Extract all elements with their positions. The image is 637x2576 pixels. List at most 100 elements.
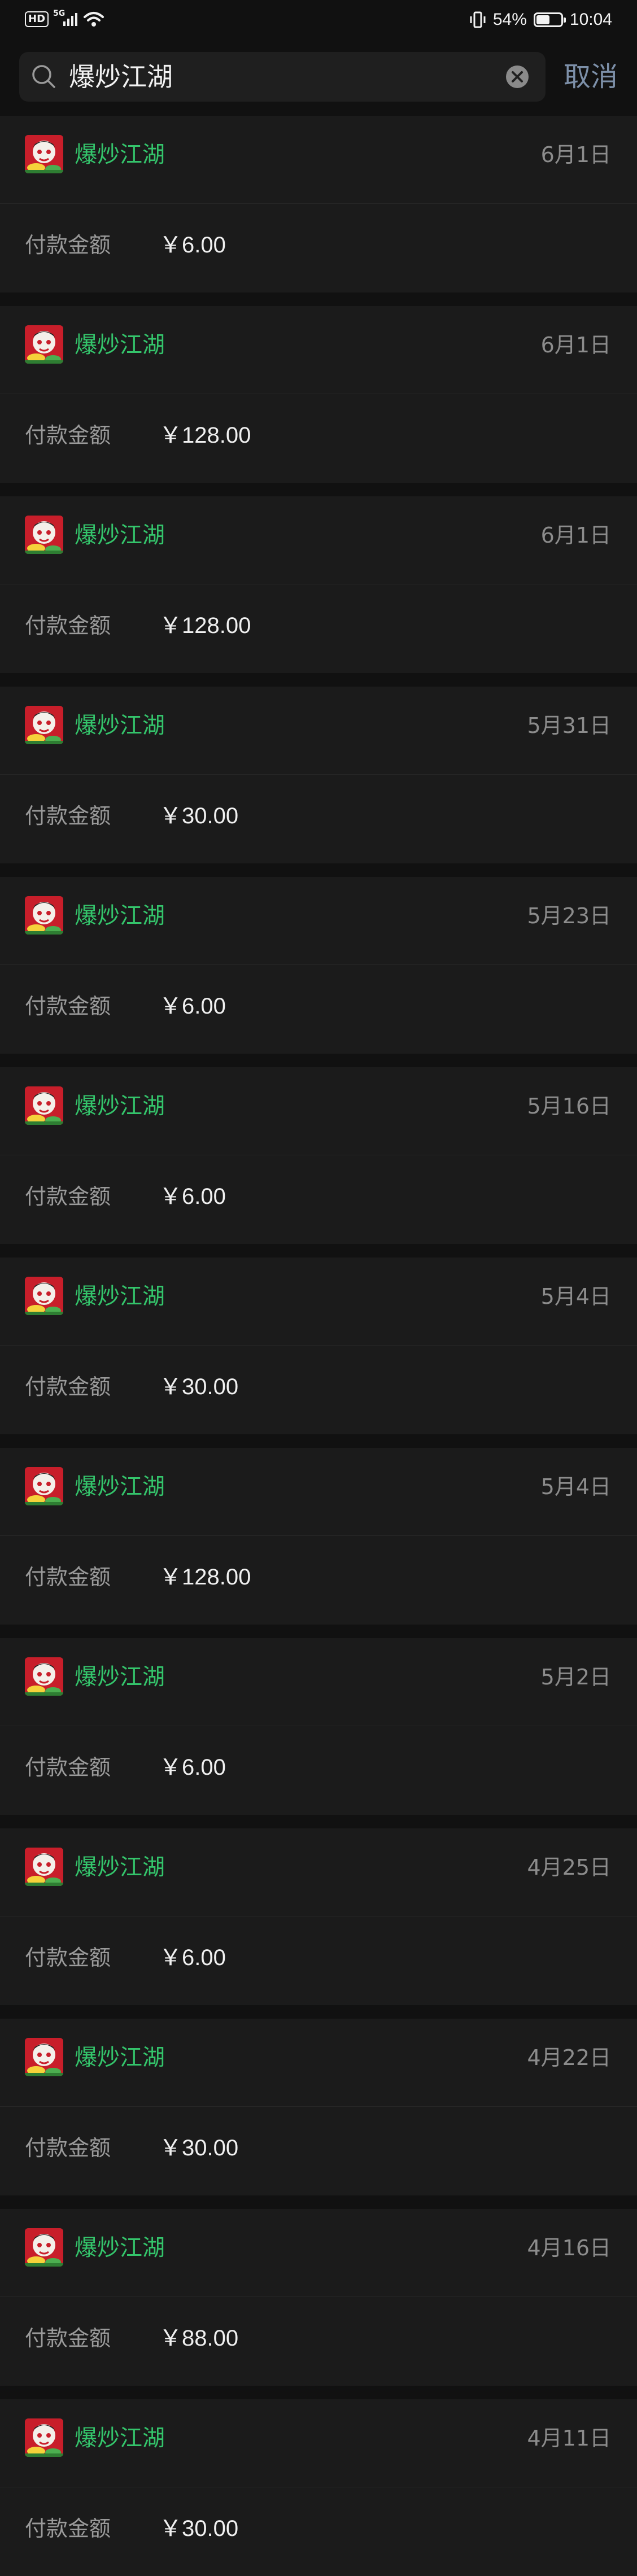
clear-icon[interactable] xyxy=(505,64,530,89)
amount-label: 付款金额 xyxy=(25,2326,111,2351)
record-card[interactable]: 爆炒江湖 6月1日 付款金额 ￥128.00 xyxy=(0,496,637,673)
merchant-name: 爆炒江湖 xyxy=(75,1474,165,1500)
record-date: 5月4日 xyxy=(540,1474,611,1499)
record-card[interactable]: 爆炒江湖 5月23日 付款金额 ￥6.00 xyxy=(0,877,637,1054)
record-date: 6月1日 xyxy=(540,142,611,167)
record-date: 5月31日 xyxy=(527,713,611,738)
record-header: 爆炒江湖 6月1日 xyxy=(0,306,637,394)
amount-value: ￥128.00 xyxy=(159,1565,251,1590)
app-icon xyxy=(25,1848,63,1886)
battery-icon xyxy=(533,12,566,27)
record-date: 5月23日 xyxy=(527,903,611,928)
merchant-name: 爆炒江湖 xyxy=(75,1664,165,1690)
merchant-name: 爆炒江湖 xyxy=(75,332,165,358)
record-date: 4月16日 xyxy=(527,2236,611,2260)
merchant-name: 爆炒江湖 xyxy=(75,2235,165,2261)
merchant-name: 爆炒江湖 xyxy=(75,142,165,168)
amount-label: 付款金额 xyxy=(25,1184,111,1209)
battery-fill xyxy=(536,15,549,24)
merchant-name: 爆炒江湖 xyxy=(75,713,165,739)
app-icon xyxy=(25,2038,63,2076)
record-header: 爆炒江湖 5月4日 xyxy=(0,1448,637,1536)
record-date: 4月22日 xyxy=(527,2045,611,2070)
record-card[interactable]: 爆炒江湖 5月31日 付款金额 ￥30.00 xyxy=(0,687,637,863)
amount-value: ￥30.00 xyxy=(159,2516,239,2541)
amount-label: 付款金额 xyxy=(25,2516,111,2541)
merchant-name: 爆炒江湖 xyxy=(75,1854,165,1880)
record-card[interactable]: 爆炒江湖 5月2日 付款金额 ￥6.00 xyxy=(0,1638,637,1815)
record-header: 爆炒江湖 6月1日 xyxy=(0,116,637,204)
amount-label: 付款金额 xyxy=(25,1565,111,1590)
amount-label: 付款金额 xyxy=(25,2136,111,2160)
signal-icon: 5G xyxy=(53,9,78,28)
record-header: 爆炒江湖 4月22日 xyxy=(0,2019,637,2107)
clock: 10:04 xyxy=(569,10,612,29)
amount-label: 付款金额 xyxy=(25,994,111,1019)
amount-value: ￥6.00 xyxy=(159,233,226,257)
record-card[interactable]: 爆炒江湖 5月4日 付款金额 ￥128.00 xyxy=(0,1448,637,1625)
status-bar: HD 5G 54% 10:04 xyxy=(0,0,637,45)
app-icon xyxy=(25,1657,63,1696)
app-icon xyxy=(25,1467,63,1505)
record-card[interactable]: 爆炒江湖 6月1日 付款金额 ￥6.00 xyxy=(0,116,637,292)
app-icon xyxy=(25,135,63,173)
vibrate-icon xyxy=(470,11,486,28)
app-icon xyxy=(25,516,63,554)
record-header: 爆炒江湖 4月11日 xyxy=(0,2399,637,2487)
amount-label: 付款金额 xyxy=(25,233,111,257)
record-header: 爆炒江湖 5月4日 xyxy=(0,1258,637,1346)
hd-badge: HD xyxy=(25,11,49,27)
record-date: 6月1日 xyxy=(540,523,611,548)
record-header: 爆炒江湖 4月25日 xyxy=(0,1828,637,1916)
merchant-name: 爆炒江湖 xyxy=(75,1093,165,1119)
amount-value: ￥128.00 xyxy=(159,423,251,448)
amount-value: ￥30.00 xyxy=(159,2136,239,2160)
record-date: 5月4日 xyxy=(540,1284,611,1309)
app-icon xyxy=(25,2228,63,2267)
amount-value: ￥6.00 xyxy=(159,1755,226,1780)
amount-label: 付款金额 xyxy=(25,804,111,828)
search-bar: 爆炒江湖 取消 xyxy=(0,45,637,113)
app-icon xyxy=(25,2418,63,2457)
search-input[interactable]: 爆炒江湖 xyxy=(19,52,546,102)
amount-label: 付款金额 xyxy=(25,1945,111,1970)
amount-value: ￥88.00 xyxy=(159,2326,239,2351)
record-card[interactable]: 爆炒江湖 4月16日 付款金额 ￥88.00 xyxy=(0,2209,637,2386)
record-date: 5月2日 xyxy=(540,1665,611,1689)
amount-value: ￥30.00 xyxy=(159,804,239,828)
record-card[interactable]: 爆炒江湖 4月11日 付款金额 ￥30.00 xyxy=(0,2399,637,2576)
status-right: 54% 10:04 xyxy=(469,10,612,29)
merchant-name: 爆炒江湖 xyxy=(75,1283,165,1309)
record-header: 爆炒江湖 4月16日 xyxy=(0,2209,637,2297)
wifi-icon xyxy=(84,12,104,27)
merchant-name: 爆炒江湖 xyxy=(75,2425,165,2451)
record-date: 5月16日 xyxy=(527,1094,611,1119)
record-header: 爆炒江湖 5月31日 xyxy=(0,687,637,775)
amount-value: ￥6.00 xyxy=(159,1945,226,1970)
app-icon xyxy=(25,706,63,744)
merchant-name: 爆炒江湖 xyxy=(75,2045,165,2071)
cancel-button[interactable]: 取消 xyxy=(557,52,625,102)
amount-label: 付款金额 xyxy=(25,613,111,638)
amount-label: 付款金额 xyxy=(25,1755,111,1780)
amount-label: 付款金额 xyxy=(25,423,111,448)
app-icon xyxy=(25,896,63,935)
battery-percent: 54% xyxy=(492,10,527,29)
record-card[interactable]: 爆炒江湖 4月22日 付款金额 ￥30.00 xyxy=(0,2019,637,2195)
amount-value: ￥6.00 xyxy=(159,994,226,1019)
record-card[interactable]: 爆炒江湖 5月4日 付款金额 ￥30.00 xyxy=(0,1258,637,1434)
record-date: 4月25日 xyxy=(527,1855,611,1880)
record-date: 6月1日 xyxy=(540,333,611,357)
amount-value: ￥128.00 xyxy=(159,613,251,638)
record-header: 爆炒江湖 5月2日 xyxy=(0,1638,637,1726)
app-icon xyxy=(25,325,63,364)
record-card[interactable]: 爆炒江湖 4月25日 付款金额 ￥6.00 xyxy=(0,1828,637,2005)
record-card[interactable]: 爆炒江湖 6月1日 付款金额 ￥128.00 xyxy=(0,306,637,483)
amount-label: 付款金额 xyxy=(25,1374,111,1399)
record-date: 4月11日 xyxy=(527,2426,611,2451)
merchant-name: 爆炒江湖 xyxy=(75,522,165,548)
record-card[interactable]: 爆炒江湖 5月16日 付款金额 ￥6.00 xyxy=(0,1067,637,1244)
search-query[interactable]: 爆炒江湖 xyxy=(69,52,173,102)
app-icon xyxy=(25,1086,63,1125)
search-icon xyxy=(32,65,55,88)
